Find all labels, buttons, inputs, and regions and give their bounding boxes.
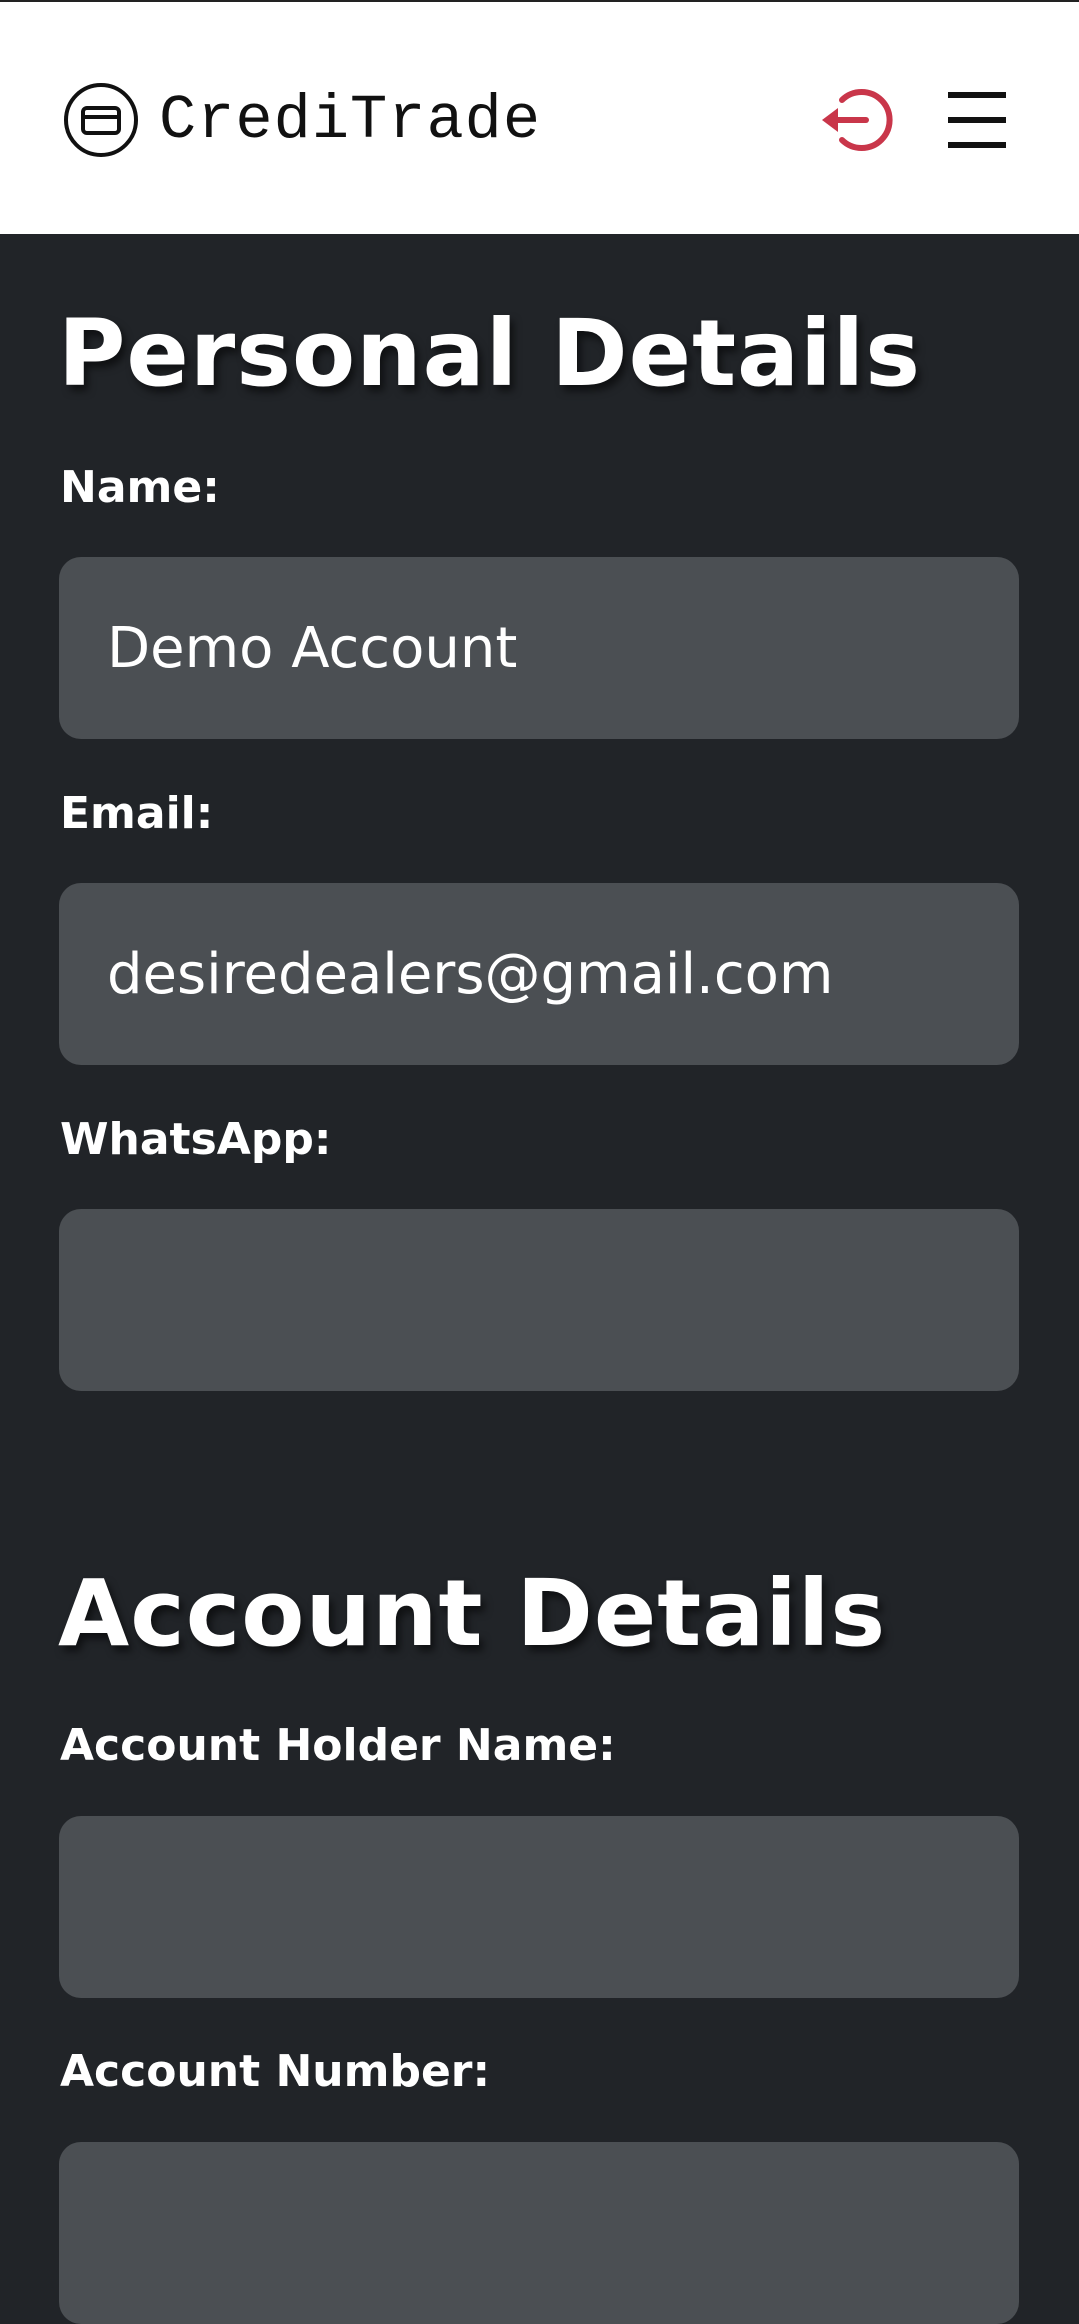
hamburger-menu-button[interactable] [948, 92, 1006, 148]
personal-details-heading: Personal Details [58, 300, 921, 407]
logout-icon [822, 89, 893, 151]
brand-name: CrediTrade [159, 84, 542, 156]
account-number-field[interactable] [59, 2142, 1019, 2324]
email-label: Email: [60, 788, 214, 839]
menu-bar-middle [948, 117, 1006, 123]
credit-card-icon [64, 83, 138, 157]
account-holder-label: Account Holder Name: [60, 1720, 616, 1771]
menu-bar-top [948, 92, 1006, 98]
top-navbar: CrediTrade [0, 0, 1079, 234]
email-field[interactable] [59, 883, 1019, 1065]
name-label: Name: [60, 462, 220, 513]
whatsapp-label: WhatsApp: [60, 1114, 332, 1165]
name-field[interactable] [59, 557, 1019, 739]
profile-form: Personal Details Name: Email: WhatsApp: … [0, 234, 1079, 2324]
logout-button[interactable] [820, 86, 894, 154]
account-holder-field[interactable] [59, 1816, 1019, 1998]
menu-bar-bottom [948, 142, 1006, 148]
account-number-label: Account Number: [60, 2046, 491, 2097]
whatsapp-field[interactable] [59, 1209, 1019, 1391]
brand-link[interactable]: CrediTrade [63, 82, 541, 158]
account-details-heading: Account Details [58, 1560, 887, 1667]
